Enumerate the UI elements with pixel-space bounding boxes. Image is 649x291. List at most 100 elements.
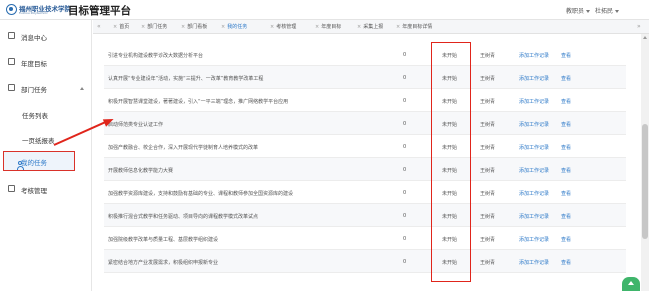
- owner-name: 王树青: [480, 260, 496, 266]
- task-name: 启动师范类专业认证工作: [108, 122, 164, 128]
- sidebar-item-department-tasks[interactable]: 部门任务: [0, 79, 92, 97]
- add-work-record-link[interactable]: 添加工作记录: [519, 121, 549, 128]
- sidebar-item-task-list[interactable]: 任务列表: [0, 105, 92, 123]
- view-link[interactable]: 查看: [561, 213, 571, 220]
- tab-scroll-right-button[interactable]: »: [637, 23, 641, 30]
- close-icon[interactable]: ×: [141, 24, 145, 30]
- user-name-label: 杜拓民: [595, 8, 614, 15]
- task-name: 紧密结合地方产业发展需求，积极组织申报新专业: [108, 260, 219, 266]
- tab-department-tasks[interactable]: × 部门任务: [141, 23, 167, 33]
- back-to-top-button[interactable]: [622, 277, 640, 291]
- close-icon[interactable]: ×: [357, 24, 361, 30]
- close-icon[interactable]: ×: [396, 24, 400, 30]
- close-icon[interactable]: ×: [270, 24, 274, 30]
- vertical-scrollbar[interactable]: [641, 34, 649, 291]
- view-link[interactable]: 查看: [561, 236, 571, 243]
- task-name: 积极推行混合式教学和任务驱动、项目导向的课程教学模式改革试点: [108, 214, 259, 220]
- table-row: 启动师范类专业认证工作 0 未开始 王树青 添加工作记录 查看: [104, 112, 626, 135]
- tab-label: 我的任务: [227, 24, 248, 30]
- sidebar-item-label: 一页纸报表: [22, 137, 55, 145]
- tab-annual-goals[interactable]: × 年度目标: [315, 23, 341, 33]
- sidebar-item-my-tasks[interactable]: 我的任务: [3, 151, 75, 171]
- view-link[interactable]: 查看: [561, 52, 571, 59]
- sidebar-item-label: 我的任务: [21, 159, 47, 167]
- view-link[interactable]: 查看: [561, 144, 571, 151]
- table-row: 紧密结合地方产业发展需求，积极组织申报新专业 0 未开始 王树青 添加工作记录 …: [104, 250, 626, 273]
- chevron-up-icon: [80, 87, 84, 90]
- tab-label: 部门看板: [187, 24, 208, 30]
- view-link[interactable]: 查看: [561, 121, 571, 128]
- task-table: 引进专业机构建设教学诊改大数据分析平台 0 未开始 王树青 添加工作记录 查看 …: [104, 38, 626, 291]
- task-name: 引进专业机构建设教学诊改大数据分析平台: [108, 53, 204, 59]
- add-work-record-link[interactable]: 添加工作记录: [519, 144, 549, 151]
- add-work-record-link[interactable]: 添加工作记录: [519, 98, 549, 105]
- app-header: 福州职业技术学院 Fuzhou Polytechnic 目标管理平台 教职员 杜…: [0, 0, 649, 20]
- record-count: 0: [403, 190, 407, 196]
- sidebar: 消息中心 年度目标 部门任务 任务列表 一页纸报表 我的任务 考核管理: [0, 20, 92, 291]
- record-count: 0: [403, 52, 407, 58]
- user-role-label: 教职员: [566, 8, 585, 15]
- owner-name: 王树青: [480, 237, 496, 243]
- tab-collection-report[interactable]: × 采集上报: [357, 23, 383, 33]
- record-count: 0: [403, 144, 407, 150]
- add-work-record-link[interactable]: 添加工作记录: [519, 236, 549, 243]
- tab-assessment[interactable]: × 考核管理: [270, 23, 296, 33]
- close-icon[interactable]: ×: [221, 24, 225, 30]
- tab-scroll-left-button[interactable]: «: [97, 23, 101, 30]
- scroll-up-icon[interactable]: [643, 36, 647, 39]
- user-role-menu[interactable]: 教职员: [566, 6, 591, 15]
- tab-department-board[interactable]: × 部门看板: [181, 23, 207, 33]
- tab-label: 年度目标: [321, 24, 342, 30]
- owner-name: 王树青: [480, 76, 496, 82]
- sidebar-item-label: 任务列表: [22, 112, 48, 120]
- owner-name: 王树青: [480, 191, 496, 197]
- sidebar-item-label: 消息中心: [21, 34, 47, 42]
- view-link[interactable]: 查看: [561, 167, 571, 174]
- target-icon: [8, 58, 15, 65]
- assessment-icon: [8, 185, 15, 192]
- view-link[interactable]: 查看: [561, 98, 571, 105]
- sidebar-item-annual-goals[interactable]: 年度目标: [0, 53, 92, 71]
- tab-label: 考核管理: [276, 24, 297, 30]
- sidebar-item-label: 年度目标: [21, 60, 47, 68]
- scroll-thumb[interactable]: [642, 124, 648, 239]
- table-row: 积极推行混合式教学和任务驱动、项目导向的课程教学模式改革试点 0 未开始 王树青…: [104, 204, 626, 227]
- sidebar-item-assessment[interactable]: 考核管理: [0, 180, 92, 198]
- view-link[interactable]: 查看: [561, 190, 571, 197]
- user-menu[interactable]: 杜拓民: [595, 6, 620, 15]
- tab-home[interactable]: × 首页: [113, 23, 129, 33]
- tab-label: 部门任务: [147, 24, 168, 30]
- close-icon[interactable]: ×: [315, 24, 319, 30]
- add-work-record-link[interactable]: 添加工作记录: [519, 259, 549, 266]
- add-work-record-link[interactable]: 添加工作记录: [519, 190, 549, 197]
- record-count: 0: [403, 98, 407, 104]
- add-work-record-link[interactable]: 添加工作记录: [519, 213, 549, 220]
- tab-my-tasks[interactable]: × 我的任务: [221, 23, 247, 33]
- add-work-record-link[interactable]: 添加工作记录: [519, 75, 549, 82]
- tab-label: 年度目标详情: [402, 24, 433, 30]
- record-count: 0: [403, 259, 407, 265]
- message-icon: [8, 32, 15, 39]
- school-logo[interactable]: 福州职业技术学院 Fuzhou Polytechnic: [6, 3, 71, 17]
- record-count: 0: [403, 167, 407, 173]
- add-work-record-link[interactable]: 添加工作记录: [519, 167, 549, 174]
- task-name: 开展教师信息化教学能力大赛: [108, 168, 174, 174]
- sidebar-item-messages[interactable]: 消息中心: [0, 27, 92, 45]
- chevron-down-icon: [586, 10, 591, 13]
- owner-name: 王树青: [480, 168, 496, 174]
- school-emblem-icon: [6, 4, 17, 15]
- logo-english-name: Fuzhou Polytechnic: [19, 11, 48, 15]
- tab-bar: « × 首页 × 部门任务 × 部门看板 × 我的任务 × 考核管理 × 年度目标 × 采集上…: [93, 20, 649, 34]
- tab-annual-goal-details[interactable]: × 年度目标详情: [396, 23, 432, 33]
- add-work-record-link[interactable]: 添加工作记录: [519, 52, 549, 59]
- close-icon[interactable]: ×: [113, 24, 117, 30]
- table-row: 认真开展“专业建设年”活动，实施“三提升、一改革”教育教学改革工程 0 未开始 …: [104, 66, 626, 89]
- tab-label: 采集上报: [363, 24, 384, 30]
- table-row: 加强教学资源库建设，支持和鼓励有基础的专业、课程和教师参加全国资源库的建设 0 …: [104, 181, 626, 204]
- task-name: 加强院级教学改革与质量工程、基层教学组织建设: [108, 237, 219, 243]
- owner-name: 王树青: [480, 214, 496, 220]
- view-link[interactable]: 查看: [561, 75, 571, 82]
- view-link[interactable]: 查看: [561, 259, 571, 266]
- table-row: 加强院级教学改革与质量工程、基层教学组织建设 0 未开始 王树青 添加工作记录 …: [104, 227, 626, 250]
- close-icon[interactable]: ×: [181, 24, 185, 30]
